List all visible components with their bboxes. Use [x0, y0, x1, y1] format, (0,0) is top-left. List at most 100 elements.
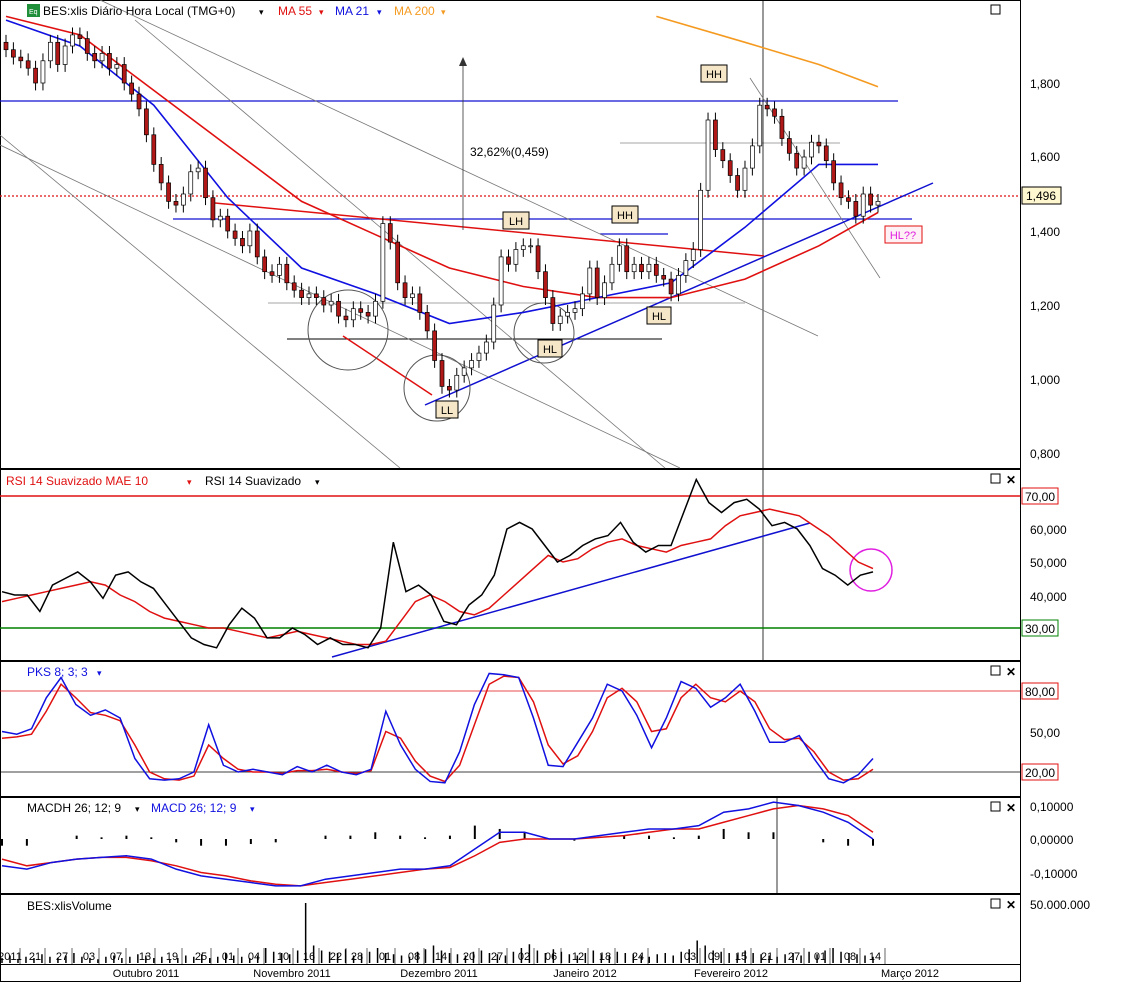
- candle-body: [210, 197, 216, 221]
- candle: [483, 334, 489, 361]
- svg-text:0,800: 0,800: [1030, 447, 1060, 461]
- candle: [868, 186, 873, 213]
- candle-body: [439, 360, 445, 387]
- svg-text:Eq: Eq: [29, 9, 38, 16]
- date-tick-label: 02: [518, 951, 530, 963]
- close-icon[interactable]: ✕: [1006, 665, 1016, 679]
- date-tick-label: 27: [491, 951, 503, 963]
- candle-body: [195, 167, 201, 173]
- macd-legend-hist[interactable]: MACDH 26; 12; 9: [27, 801, 121, 815]
- chevron-down-icon[interactable]: ▾: [135, 804, 140, 814]
- candle: [3, 34, 9, 58]
- ma-line-0: [5, 15, 879, 299]
- candle-body: [875, 201, 881, 206]
- candle-body: [84, 38, 90, 54]
- macd-legend-macd[interactable]: MACD 26; 12; 9: [151, 801, 237, 815]
- maximize-button[interactable]: [990, 665, 1001, 676]
- chart-window: HH LH HH HL HL LL HL?? 32,62%(0,459) Eq …: [0, 0, 1129, 982]
- panel-buttons[interactable]: [990, 4, 1001, 909]
- candle: [84, 31, 90, 61]
- candle-body: [77, 34, 83, 39]
- candle-body: [750, 145, 755, 169]
- chevron-down-icon[interactable]: ▾: [441, 7, 446, 17]
- candle: [705, 112, 711, 198]
- rsi-panel-frame: [0, 469, 1021, 661]
- legend-ma55[interactable]: MA 55: [278, 4, 312, 18]
- chevron-down-icon[interactable]: ▾: [97, 668, 102, 678]
- candle: [565, 305, 570, 324]
- maximize-button[interactable]: [990, 473, 1001, 484]
- candle: [698, 182, 703, 257]
- candle: [639, 256, 644, 280]
- candle: [513, 242, 519, 272]
- candle-body: [631, 263, 637, 273]
- maximize-button[interactable]: [990, 898, 1001, 909]
- candle-body: [868, 193, 873, 206]
- candle: [439, 353, 445, 394]
- chevron-down-icon[interactable]: ▾: [187, 477, 192, 487]
- candle-body: [498, 256, 504, 306]
- candle: [742, 160, 748, 198]
- price-legend[interactable]: Eq BES:xlis Diário Hora Local (TMG+0) ▾ …: [27, 4, 446, 18]
- maximize-button[interactable]: [990, 4, 1001, 15]
- rsi-legend-rsi[interactable]: RSI 14 Suavizado: [205, 474, 301, 488]
- date-tick-label: 03: [684, 951, 696, 963]
- maximize-button[interactable]: [990, 801, 1001, 812]
- close-icon[interactable]: ✕: [1006, 801, 1016, 815]
- svg-text:50.000.000: 50.000.000: [1030, 898, 1090, 912]
- rsi-highlight-circle: [849, 548, 893, 592]
- date-tick-label: 21: [761, 951, 773, 963]
- candle-body: [757, 104, 763, 147]
- candle: [816, 134, 822, 154]
- rsi-legend-mae[interactable]: RSI 14 Suavizado MAE 10: [6, 474, 148, 488]
- candle: [772, 101, 777, 124]
- date-tick-label: 01: [222, 951, 234, 963]
- chevron-down-icon[interactable]: ▾: [250, 804, 255, 814]
- chevron-down-icon[interactable]: ▾: [259, 7, 264, 17]
- month-label: Dezembro 2011: [400, 968, 477, 980]
- candle-body: [225, 215, 231, 232]
- svg-text:40,000: 40,000: [1030, 590, 1067, 604]
- candle: [321, 290, 327, 313]
- pks-series-layer: [1, 672, 874, 784]
- chevron-down-icon[interactable]: ▾: [377, 7, 382, 17]
- candle-body: [454, 374, 460, 391]
- candle-body: [99, 53, 105, 62]
- candle-body: [62, 45, 68, 65]
- close-buttons[interactable]: ✕ ✕ ✕ ✕: [1006, 473, 1016, 912]
- candle-body: [254, 230, 260, 258]
- candle: [801, 149, 807, 176]
- candle-body: [572, 308, 578, 313]
- chevron-down-icon[interactable]: ▾: [319, 7, 324, 17]
- candle: [232, 223, 238, 246]
- svg-text:1,400: 1,400: [1030, 225, 1060, 239]
- candle: [373, 293, 378, 324]
- move-annotation: 32,62%(0,459): [470, 145, 549, 159]
- candle-body: [129, 82, 134, 95]
- candle-body: [668, 278, 674, 295]
- legend-ticker[interactable]: BES:xlis Diário Hora Local (TMG+0): [43, 4, 235, 18]
- candle: [476, 345, 482, 368]
- pks-legend[interactable]: PKS 8; 3; 3: [27, 665, 88, 679]
- legend-ma21[interactable]: MA 21: [335, 4, 369, 18]
- candle-body: [11, 49, 16, 58]
- candle: [410, 286, 415, 305]
- candle: [557, 308, 563, 331]
- candle: [217, 208, 223, 228]
- candle: [11, 42, 16, 65]
- svg-text:HL: HL: [543, 344, 557, 356]
- candle: [713, 112, 718, 157]
- volume-legend[interactable]: BES:xlisVolume: [27, 899, 112, 913]
- date-tick-label: 12: [572, 951, 584, 963]
- candle-body: [602, 282, 607, 298]
- date-tick-label: 07: [110, 951, 122, 963]
- legend-ma200[interactable]: MA 200: [394, 4, 435, 18]
- candle-body: [543, 271, 548, 298]
- close-icon[interactable]: ✕: [1006, 473, 1016, 487]
- candle-body: [853, 201, 859, 217]
- svg-text:50,00: 50,00: [1030, 726, 1060, 740]
- close-icon[interactable]: ✕: [1006, 898, 1016, 912]
- chevron-down-icon[interactable]: ▾: [315, 477, 320, 487]
- date-tick-label: 06: [545, 951, 557, 963]
- rsi-series-layer: [1, 477, 874, 649]
